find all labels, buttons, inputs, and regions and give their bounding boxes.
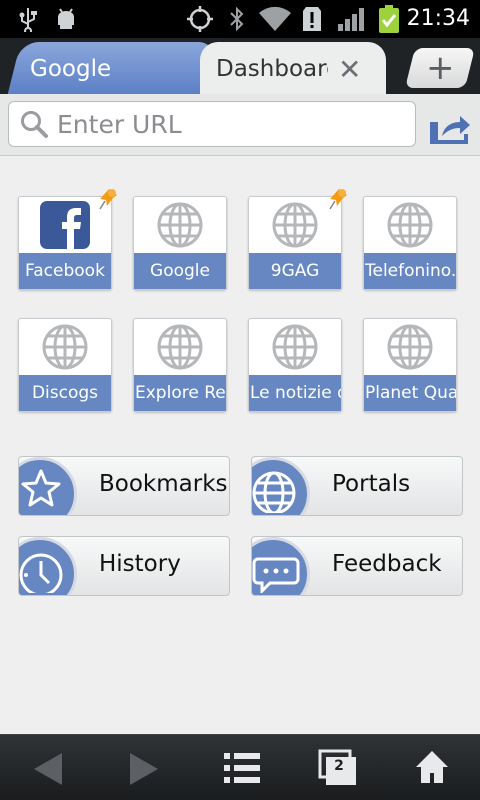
- tile-label: Discogs: [19, 375, 111, 411]
- facebook-icon: [19, 197, 111, 253]
- tab-google[interactable]: Google: [7, 42, 217, 96]
- history-button[interactable]: History: [18, 536, 230, 596]
- globe-icon: [134, 197, 226, 253]
- forward-icon[interactable]: [128, 751, 160, 787]
- status-clock: 21:34: [406, 6, 470, 31]
- bookmarks-button[interactable]: Bookmarks: [18, 456, 230, 516]
- tile-label: Le notizie d: [249, 375, 341, 411]
- url-placeholder: Enter URL: [57, 109, 182, 139]
- home-icon[interactable]: [414, 749, 450, 785]
- globe-icon: [249, 319, 341, 375]
- tile-label: Google: [134, 253, 226, 289]
- gps-icon: [187, 6, 213, 32]
- button-label: Bookmarks: [99, 471, 228, 497]
- globe-icon: [249, 197, 341, 253]
- tab-label: Google: [30, 56, 112, 82]
- tab-strip: Google Dashboard ✕ +: [0, 38, 480, 96]
- android-debug-icon: [58, 8, 74, 29]
- back-icon[interactable]: [32, 751, 64, 787]
- search-icon: [21, 111, 48, 138]
- speed-dial-planet-qua[interactable]: Planet Qua: [363, 318, 457, 412]
- speed-dial-google[interactable]: Google: [133, 196, 227, 290]
- wifi-icon: [259, 6, 291, 31]
- tab-dashboard[interactable]: Dashboard ✕: [200, 42, 386, 96]
- signal-icon: [338, 8, 364, 31]
- speed-dial-le-notizie[interactable]: Le notizie d: [248, 318, 342, 412]
- speed-dial-telefonino[interactable]: Telefonino.: [363, 196, 457, 290]
- tile-label: 9GAG: [249, 253, 341, 289]
- menu-icon[interactable]: [224, 751, 260, 785]
- bluetooth-icon: [230, 6, 244, 32]
- tile-label: Planet Qua: [364, 375, 456, 411]
- tile-label: Facebook: [19, 253, 111, 289]
- tile-label: Explore Rel: [134, 375, 226, 411]
- button-label: Feedback: [332, 551, 442, 577]
- portals-button[interactable]: Portals: [251, 456, 463, 516]
- speed-dial-discogs[interactable]: Discogs: [18, 318, 112, 412]
- url-input[interactable]: Enter URL: [8, 101, 416, 147]
- pin-icon: [99, 189, 117, 210]
- globe-icon: [252, 471, 296, 513]
- button-label: History: [99, 551, 181, 577]
- speed-dial-explore-rel[interactable]: Explore Rel: [133, 318, 227, 412]
- pin-icon: [329, 189, 347, 210]
- close-tab-icon[interactable]: ✕: [338, 53, 361, 86]
- speech-bubble-icon: [252, 557, 300, 593]
- share-icon[interactable]: [428, 112, 472, 146]
- new-tab-button[interactable]: +: [405, 48, 475, 88]
- speed-dial-9gag[interactable]: 9GAG: [248, 189, 347, 290]
- tab-count: 2: [334, 758, 344, 774]
- clock-icon: [19, 553, 63, 593]
- alert-icon: [303, 7, 321, 31]
- plus-icon: +: [425, 48, 455, 88]
- status-bar: 21:34: [0, 0, 480, 38]
- star-icon: [21, 469, 61, 507]
- speed-dial-facebook[interactable]: Facebook: [18, 189, 117, 290]
- usb-icon: [19, 8, 37, 32]
- url-bar: Enter URL: [0, 94, 480, 156]
- globe-icon: [19, 319, 111, 375]
- bottom-toolbar: [0, 734, 480, 800]
- tile-label: Telefonino.: [364, 253, 456, 289]
- battery-icon: [379, 5, 399, 33]
- globe-icon: [364, 319, 456, 375]
- button-label: Portals: [332, 471, 411, 497]
- tab-label: Dashboard: [216, 56, 328, 82]
- feedback-button[interactable]: Feedback: [251, 536, 463, 596]
- globe-icon: [134, 319, 226, 375]
- globe-icon: [364, 197, 456, 253]
